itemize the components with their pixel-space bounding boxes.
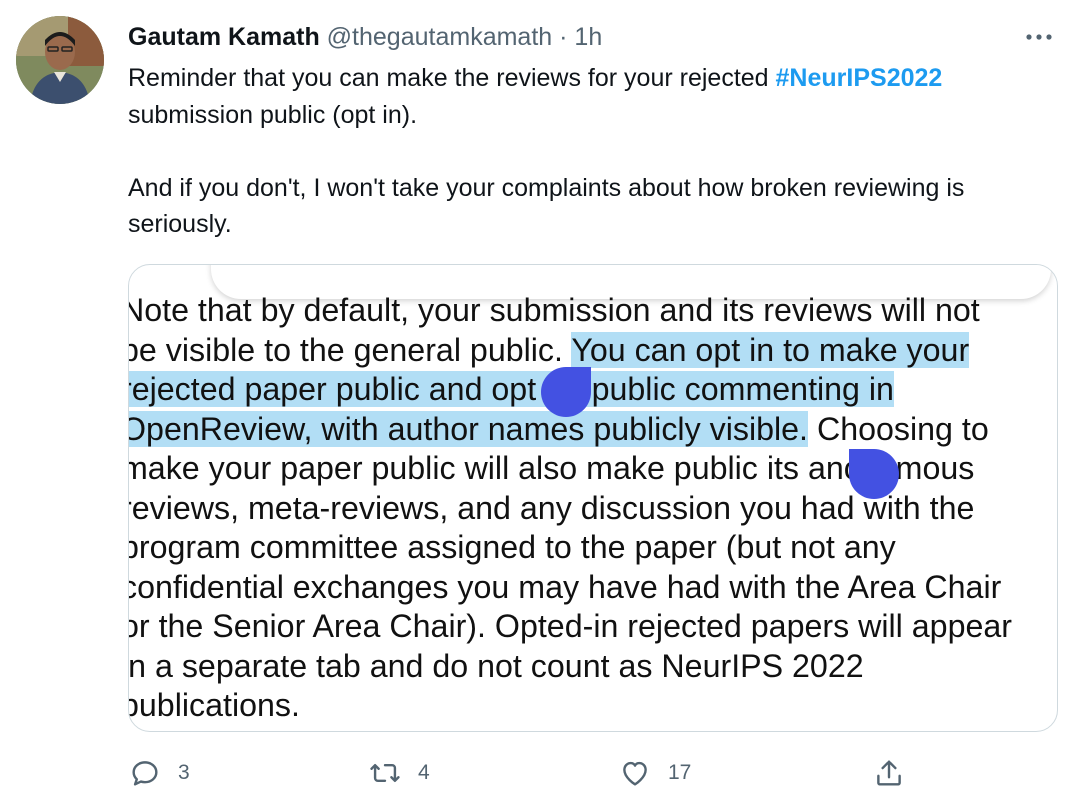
doc-line: reviews, meta-reviews, and any discussio… (128, 489, 975, 526)
hashtag-link[interactable]: #NeurIPS2022 (776, 64, 943, 92)
media-image[interactable]: Note that by default, your submission an… (128, 264, 1058, 732)
doc-line: be visible to the general public. You ca… (128, 331, 1057, 371)
author-handle[interactable]: @thegautamkamath (327, 23, 553, 51)
selection-handle-start-icon (541, 367, 591, 417)
doc-line: rejected paper public and opt for public… (129, 370, 1057, 410)
reply-button[interactable]: 3 (128, 752, 190, 794)
selection-handle-end-icon (849, 449, 899, 499)
heart-icon (623, 761, 647, 786)
reply-count: 3 (178, 761, 190, 784)
reply-icon (132, 761, 158, 786)
doc-line: or the Senior Area Chair). Opted-in reje… (128, 608, 1012, 644)
retweet-button[interactable]: 4 (368, 752, 430, 794)
doc-line: publications. (128, 687, 300, 723)
doc-line: confidential exchanges you may have had … (128, 568, 1002, 605)
doc-line: OpenReview, with author names publicly v… (129, 410, 1057, 450)
more-options-icon[interactable] (1024, 22, 1054, 52)
tweet-text-part: submission public (opt in). (128, 100, 418, 129)
like-count: 17 (668, 761, 692, 784)
doc-text: Choosing to (808, 410, 989, 447)
tweet-text-part: Reminder that you can make the reviews f… (128, 64, 776, 92)
like-button[interactable]: 17 (618, 752, 691, 794)
highlighted-text: OpenReview, with author names publicly v… (129, 410, 809, 447)
separator-dot: · (559, 23, 568, 51)
highlighted-text: rejected paper public and opt for public… (129, 371, 894, 407)
action-bar: 3 4 17 (128, 752, 928, 794)
doc-text: be visible to the general public. (128, 331, 572, 368)
avatar[interactable] (16, 16, 104, 104)
tweet-header: Gautam Kamath @thegautamkamath · 1h (128, 20, 602, 54)
timestamp[interactable]: 1h (574, 23, 602, 51)
author-name[interactable]: Gautam Kamath (128, 23, 320, 51)
tweet-text: Reminder that you can make the reviews f… (128, 60, 1048, 243)
retweet-count: 4 (418, 761, 430, 784)
doc-line: in a separate tab and do not count as Ne… (128, 647, 864, 684)
highlighted-text: You can opt in to make your (571, 331, 970, 368)
screenshot-text: Note that by default, your submission an… (128, 291, 1057, 726)
tweet-paragraph-2: And if you don't, I won't take your comp… (128, 173, 965, 239)
doc-line: program committee assigned to the paper … (128, 529, 896, 565)
share-icon (877, 760, 901, 786)
doc-line: Note that by default, your submission an… (128, 292, 980, 328)
doc-line: make your paper public will also make pu… (128, 450, 975, 486)
retweet-icon (370, 764, 400, 782)
share-button[interactable] (872, 752, 906, 794)
tweet-paragraph-1: Reminder that you can make the reviews f… (128, 60, 1048, 133)
avatar-photo (16, 16, 104, 104)
